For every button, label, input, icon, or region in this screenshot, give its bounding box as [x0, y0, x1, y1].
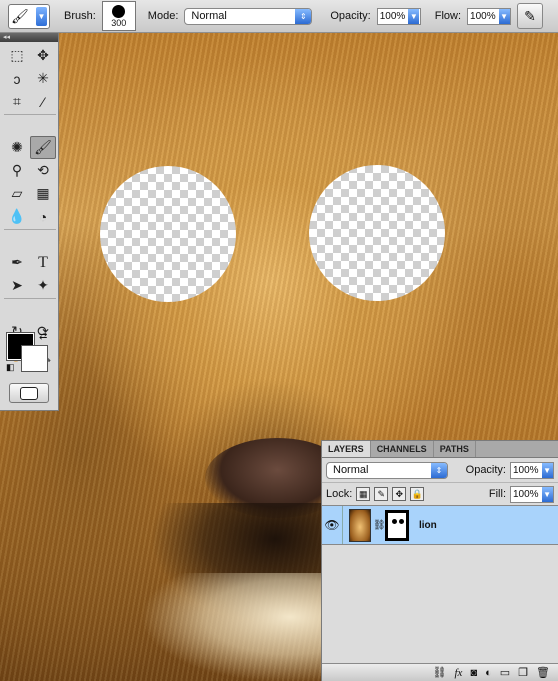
tool-preset-picker[interactable]: 🖌 ▼ [8, 3, 50, 29]
blur-tool-icon[interactable]: 💧 [4, 205, 30, 228]
pen-tool-icon[interactable]: ✒ [4, 251, 30, 274]
mode-label: Mode: [147, 10, 179, 22]
options-bar: 🖌 ▼ Brush: 300 Mode: Normal ⇕ Opacity: 1… [0, 0, 558, 33]
clone-stamp-tool-icon[interactable]: ⚲ [4, 159, 30, 182]
tools-panel: ◂◂ ⬚ ✥ ↄ ✳ ⌗ ⁄ ✺ 🖌 ⚲ ⟲ ▱ ▦ 💧 ◔ ✒ T ➤ ✦ ↻… [0, 33, 59, 411]
layer-mask-thumbnail[interactable] [385, 509, 409, 541]
history-brush-tool-icon[interactable]: ⟲ [30, 159, 56, 182]
layer-opacity-value: 100% [513, 464, 539, 476]
left-eye-transparent-hole [100, 166, 236, 302]
brush-tool-icon[interactable]: 🖌 [30, 136, 56, 159]
brush-tip-preview [112, 4, 126, 18]
move-tool-icon[interactable]: ✥ [30, 44, 56, 67]
layer-style-fx-icon[interactable]: fx [454, 667, 462, 679]
chevron-down-icon: ▼ [36, 6, 47, 26]
visibility-eye-icon[interactable]: 👁 [322, 506, 343, 544]
layer-thumbnail[interactable] [349, 508, 371, 542]
chevron-down-icon: ▼ [541, 486, 553, 502]
tab-paths[interactable]: PATHS [434, 441, 476, 457]
brush-size-value: 300 [111, 17, 127, 28]
layer-opacity-label: Opacity: [465, 464, 506, 476]
right-eye-transparent-hole [309, 165, 445, 301]
mode-value: Normal [191, 10, 227, 22]
new-layer-icon[interactable]: ❐ [518, 666, 528, 679]
fill-label: Fill: [488, 488, 506, 500]
gradient-tool-icon[interactable]: ▦ [30, 182, 56, 205]
layers-panel-tabs: LAYERS CHANNELS PATHS [322, 441, 558, 458]
path-selection-tool-icon[interactable]: ➤ [4, 274, 30, 297]
eraser-tool-icon[interactable]: ▱ [4, 182, 30, 205]
chevron-down-icon: ▼ [408, 8, 420, 24]
lock-all-icon[interactable]: 🔒 [410, 487, 425, 501]
tab-channels[interactable]: CHANNELS [371, 441, 434, 457]
color-swatches: ⇄ ◧ [6, 331, 53, 373]
updown-arrows-icon: ⇕ [295, 8, 312, 24]
fill-value: 100% [513, 488, 539, 500]
mask-link-icon[interactable]: ⛓ [373, 520, 386, 531]
default-colors-icon[interactable]: ◧ [6, 362, 15, 373]
updown-arrows-icon: ⇕ [431, 462, 447, 478]
quick-mask-icon [20, 386, 38, 400]
layers-panel: LAYERS CHANNELS PATHS Normal ⇕ Opacity: … [321, 440, 558, 681]
swap-colors-icon[interactable]: ⇄ [39, 331, 47, 342]
opacity-field[interactable]: 100% ▼ [376, 7, 421, 25]
blend-mode-select[interactable]: Normal ⇕ [326, 461, 448, 479]
opacity-value: 100% [379, 10, 406, 22]
layer-name: lion [419, 519, 437, 531]
blend-mode-value: Normal [333, 464, 369, 476]
crop-tool-icon[interactable]: ⌗ [4, 90, 30, 113]
chevron-down-icon: ▼ [541, 462, 553, 478]
lock-image-icon[interactable]: ✎ [374, 487, 389, 501]
airbrush-toggle-button[interactable]: ✎ [517, 3, 544, 29]
lasso-tool-icon[interactable]: ↄ [4, 67, 30, 90]
dodge-tool-icon[interactable]: ◔ [30, 205, 56, 228]
add-mask-icon[interactable]: ◙ [470, 667, 477, 679]
airbrush-icon: ✎ [524, 7, 536, 24]
delete-layer-icon[interactable]: 🗑 [536, 666, 550, 679]
brush-preset-picker[interactable]: 300 [101, 1, 136, 31]
flow-value: 100% [470, 10, 496, 22]
magic-wand-tool-icon[interactable]: ✳ [30, 67, 56, 90]
background-color-swatch[interactable] [21, 345, 48, 372]
fill-field[interactable]: 100% ▼ [510, 485, 554, 503]
chevron-down-icon: ▼ [498, 8, 510, 24]
tab-layers[interactable]: LAYERS [322, 441, 371, 457]
layer-row[interactable]: 👁 ⛓ lion [322, 505, 558, 545]
brush-label: Brush: [64, 10, 96, 22]
healing-brush-tool-icon[interactable]: ✺ [4, 136, 30, 159]
mode-select[interactable]: Normal ⇕ [184, 7, 313, 25]
adjustment-layer-icon[interactable]: ◐ [485, 667, 492, 679]
brush-icon: 🖌 [11, 7, 29, 24]
lock-label: Lock: [326, 488, 353, 500]
flow-field[interactable]: 100% ▼ [467, 7, 512, 25]
lock-transparency-icon[interactable]: ▦ [356, 487, 371, 501]
marquee-tool-icon[interactable]: ⬚ [4, 44, 30, 67]
eyedropper-tool-icon[interactable]: ⁄ [30, 90, 56, 113]
lock-position-icon[interactable]: ✥ [392, 487, 407, 501]
custom-shape-tool-icon[interactable]: ✦ [30, 274, 56, 297]
flow-label: Flow: [434, 10, 462, 22]
quick-mask-button[interactable] [9, 383, 49, 403]
link-layers-icon[interactable]: ⛓ [433, 666, 447, 679]
layer-opacity-field[interactable]: 100% ▼ [510, 461, 554, 479]
opacity-label: Opacity: [330, 10, 371, 22]
tools-panel-titlebar[interactable]: ◂◂ [0, 33, 58, 42]
type-tool-icon[interactable]: T [30, 251, 56, 274]
new-group-icon[interactable]: ▭ [500, 666, 510, 679]
layers-bottom-toolbar: ⛓ fx ◙ ◐ ▭ ❐ 🗑 [322, 663, 558, 681]
